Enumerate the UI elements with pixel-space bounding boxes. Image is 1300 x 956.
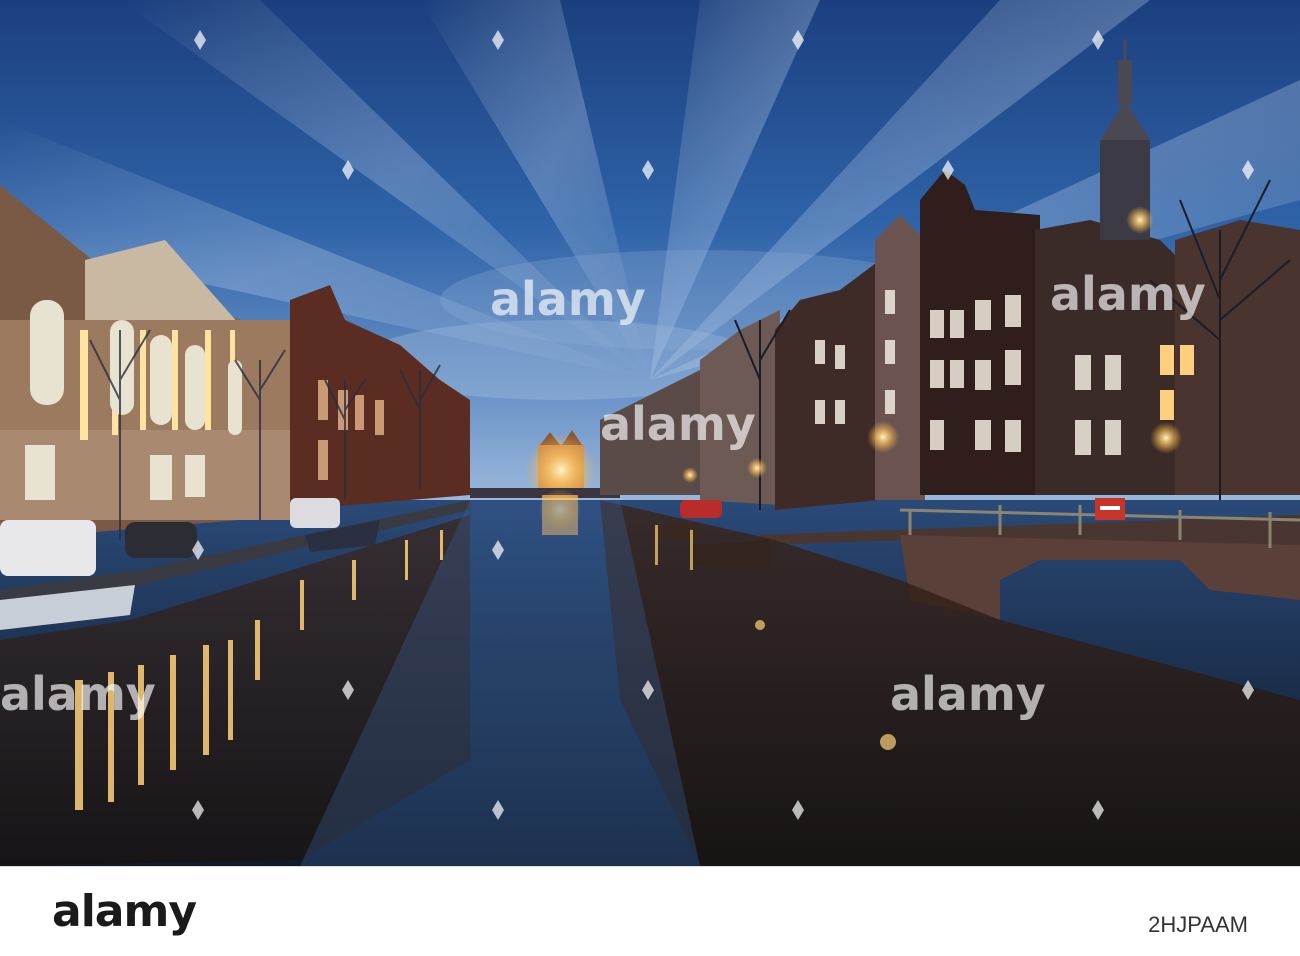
svg-text:alamy: alamy bbox=[890, 667, 1046, 721]
canal-photo: alamy alamy alamy alamy alamy bbox=[0, 0, 1300, 866]
car bbox=[0, 520, 96, 576]
footer-bar: alamy 2HJPAAM bbox=[0, 866, 1300, 956]
svg-text:alamy: alamy bbox=[1050, 267, 1206, 321]
svg-text:alamy: alamy bbox=[0, 667, 156, 721]
svg-text:alamy: alamy bbox=[600, 397, 756, 451]
svg-text:alamy: alamy bbox=[490, 272, 646, 326]
car bbox=[290, 498, 340, 528]
car bbox=[125, 522, 197, 558]
alamy-logo[interactable]: alamy bbox=[52, 886, 197, 937]
image-id-label: 2HJPAAM bbox=[1148, 912, 1248, 937]
street-lamp bbox=[867, 421, 899, 453]
street-lamp bbox=[1150, 422, 1182, 454]
divider bbox=[0, 866, 1300, 867]
